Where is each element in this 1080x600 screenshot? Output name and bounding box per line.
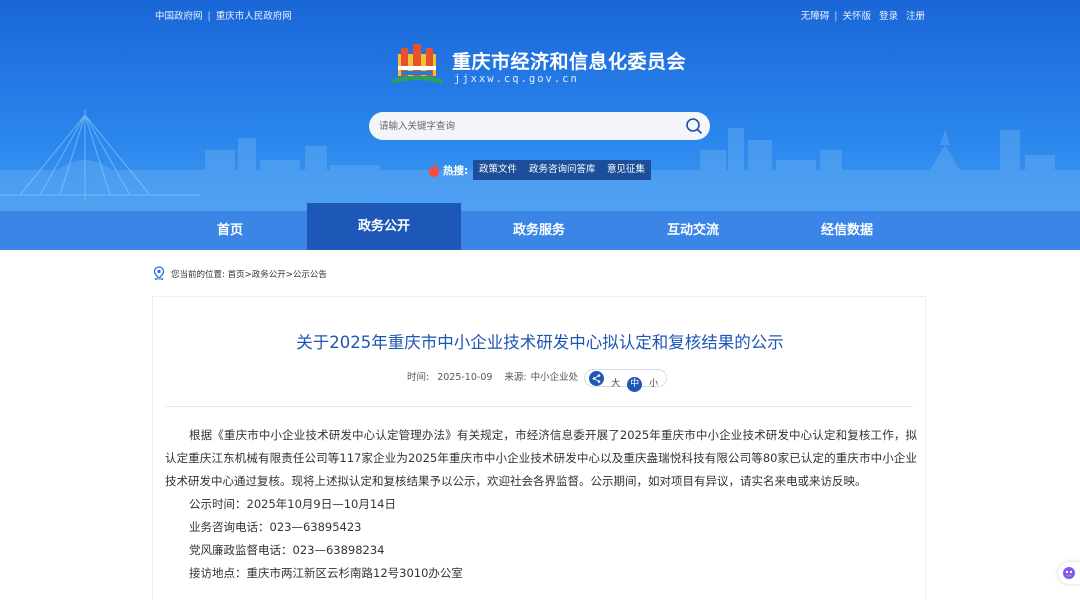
visit-address: 接访地点：重庆市两江新区云杉南路12号3010办公室 <box>189 566 463 580</box>
hot-tag-opinion-collection[interactable]: 意见征集 <box>601 160 652 180</box>
meta-divider <box>165 406 913 407</box>
nav-home[interactable]: 首页 <box>153 211 307 250</box>
article-meta: 时间: 2025-10-09 来源: 中小企业处 大中小 <box>153 369 927 392</box>
accessibility-link[interactable]: 无障碍 <box>801 11 830 22</box>
location-pin-icon <box>153 266 165 280</box>
breadcrumb-announcements[interactable]: 公示公告 <box>293 270 327 280</box>
article-card: 关于2025年重庆市中小企业技术研发中心拟认定和复核结果的公示 时间: 2025-… <box>152 296 926 600</box>
site-title: 重庆市经济和信息化委员会 <box>452 51 687 73</box>
hot-tag-qa-library[interactable]: 政务咨询问答库 <box>523 160 602 180</box>
breadcrumb-prefix: 您当前的位置: <box>171 270 225 280</box>
publish-time: 2025-10-09 <box>437 372 493 383</box>
nav-gov-services[interactable]: 政务服务 <box>462 211 616 250</box>
nav-interaction[interactable]: 互动交流 <box>616 211 770 250</box>
search-icon[interactable] <box>684 116 704 136</box>
time-label: 时间: <box>407 372 430 383</box>
source-label: 来源: <box>504 372 527 383</box>
search-box <box>369 112 710 140</box>
hot-search-label: 热搜: <box>443 165 469 177</box>
font-size-small[interactable]: 小 <box>646 377 661 392</box>
care-mode-link[interactable]: 关怀版 <box>842 11 871 22</box>
main-nav: 首页 政务公开 政务服务 互动交流 经信数据 <box>0 203 1080 250</box>
source-value: 中小企业处 <box>530 372 579 383</box>
article-paragraph: 根据《重庆市中小企业技术研发中心认定管理办法》有关规定，市经济信息委开展了202… <box>165 428 917 488</box>
article-title: 关于2025年重庆市中小企业技术研发中心拟认定和复核结果的公示 <box>296 333 784 352</box>
hot-tag-policy-docs[interactable]: 政策文件 <box>473 160 524 180</box>
nav-economic-data[interactable]: 经信数据 <box>770 211 924 250</box>
font-size-switcher: 大中小 <box>584 369 668 392</box>
breadcrumb-home[interactable]: 首页 <box>228 270 245 280</box>
assistant-icon <box>1063 567 1075 579</box>
register-link[interactable]: 注册 <box>906 11 925 22</box>
business-phone: 业务咨询电话：023—63895423 <box>189 520 362 534</box>
link-china-gov[interactable]: 中国政府网 <box>155 11 203 22</box>
share-glyph-icon <box>592 374 601 383</box>
fire-icon <box>429 163 439 177</box>
supervision-phone: 党风廉政监督电话：023—63898234 <box>189 543 385 557</box>
site-logo-icon[interactable] <box>388 40 446 86</box>
breadcrumb-gov-affairs[interactable]: 政务公开 <box>252 270 286 280</box>
top-utility-bar: 中国政府网 | 重庆市人民政府网 无障碍 | 关怀版 登录 注册 <box>155 11 925 22</box>
login-link[interactable]: 登录 <box>879 11 898 22</box>
link-chongqing-gov[interactable]: 重庆市人民政府网 <box>216 11 292 22</box>
font-size-large[interactable]: 大 <box>608 377 623 392</box>
publicity-period: 公示时间：2025年10月9日—10月14日 <box>189 497 396 511</box>
site-domain: jjxxw.cq.gov.cn <box>454 73 579 85</box>
nav-gov-affairs-disclosure[interactable]: 政务公开 <box>307 203 461 250</box>
share-icon[interactable] <box>589 371 605 386</box>
floating-assistant-button[interactable] <box>1058 562 1080 584</box>
search-input[interactable] <box>379 116 679 136</box>
article-body: 根据《重庆市中小企业技术研发中心认定管理办法》有关规定，市经济信息委开展了202… <box>165 424 917 585</box>
font-size-medium[interactable]: 中 <box>627 377 643 392</box>
